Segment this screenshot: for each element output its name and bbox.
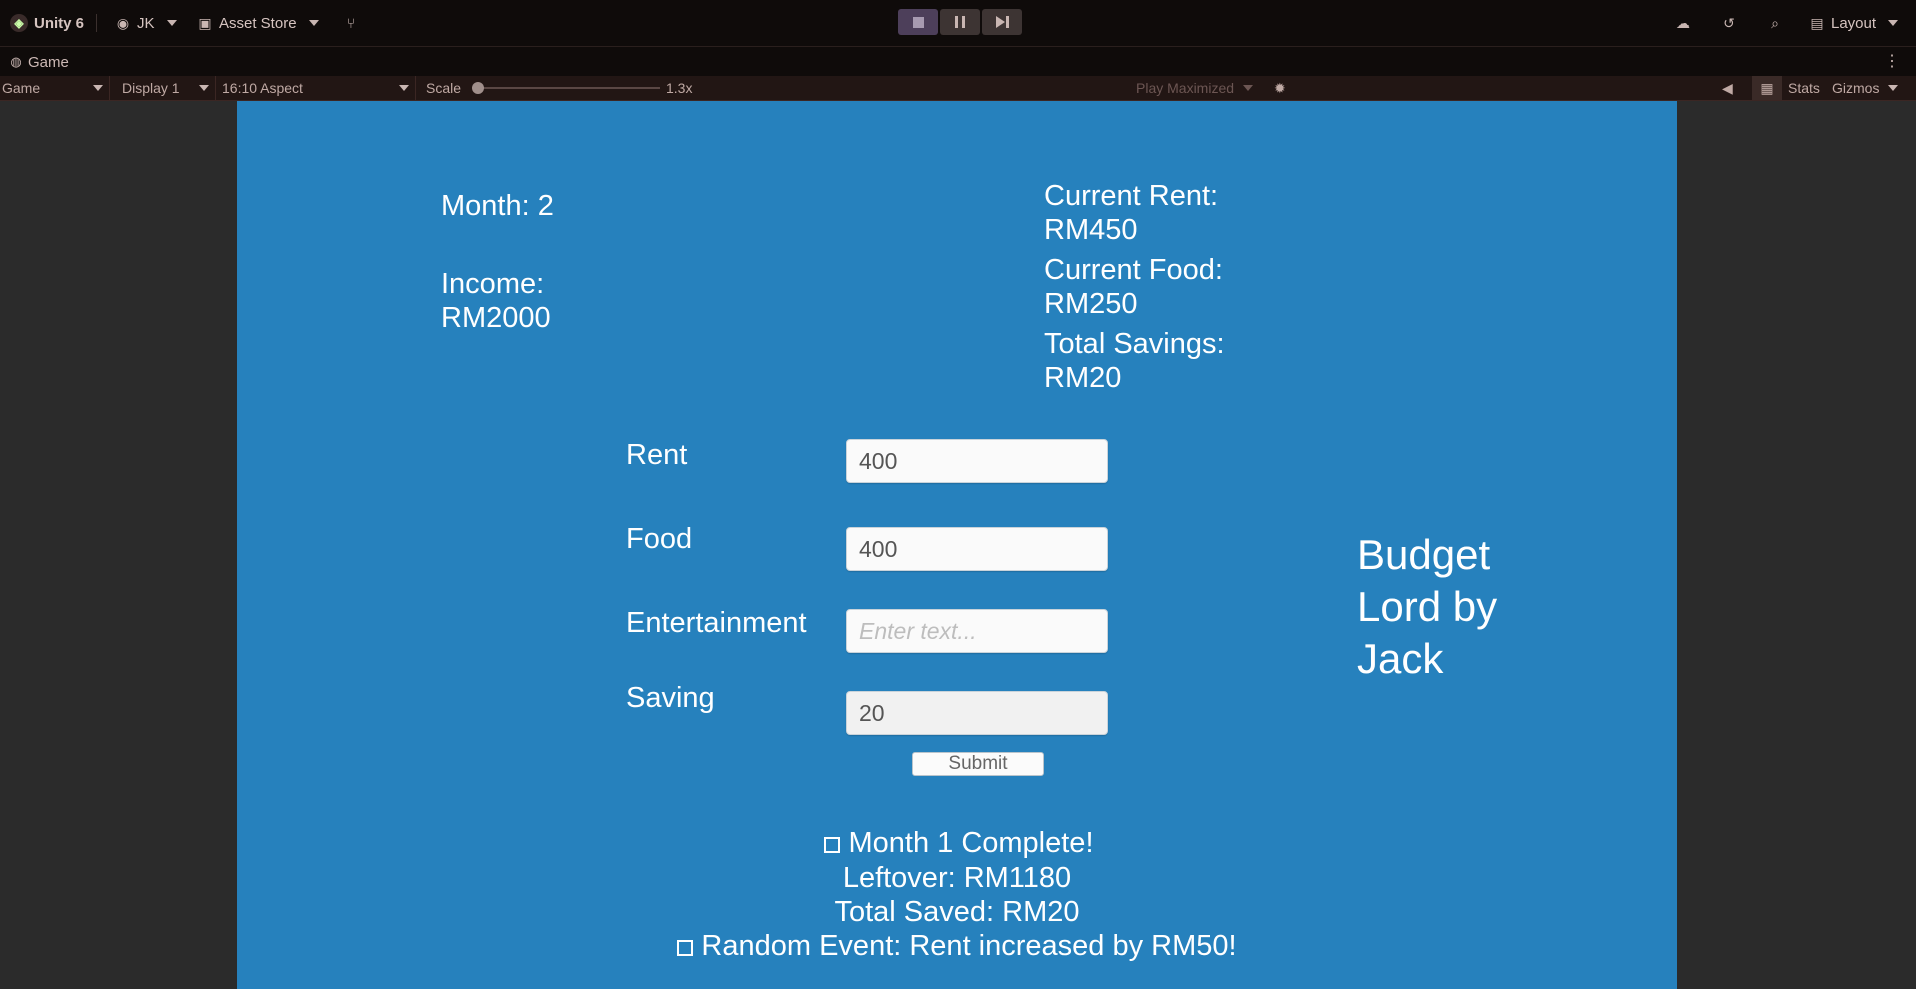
audio-icon[interactable]: ◀ bbox=[1722, 76, 1733, 100]
rent-input-value: 400 bbox=[859, 447, 898, 474]
pause-icon bbox=[955, 16, 965, 28]
income-text: Income: RM2000 bbox=[441, 268, 551, 334]
checkbox-icon bbox=[824, 837, 841, 853]
scale-value: 1.3x bbox=[666, 80, 693, 96]
chevron-down-icon bbox=[399, 85, 409, 91]
game-viewport: Month: 2 Income: RM2000 Current Rent: RM… bbox=[237, 101, 1677, 989]
chevron-down-icon bbox=[1888, 85, 1899, 91]
scale-label: Scale bbox=[426, 80, 462, 96]
chevron-down-icon bbox=[93, 85, 103, 91]
food-input[interactable]: 400 bbox=[846, 527, 1108, 571]
unity-logo-icon: ◈ bbox=[10, 14, 28, 32]
layout-label: Layout bbox=[1831, 14, 1877, 32]
current-food-text: Current Food: RM250 bbox=[1044, 254, 1223, 320]
history-button[interactable]: ↺ bbox=[1720, 0, 1738, 46]
asset-store-label: Asset Store bbox=[219, 14, 297, 32]
stop-button[interactable] bbox=[898, 9, 938, 35]
toolbar-divider bbox=[96, 14, 97, 32]
leftover-text: Leftover: RM1180 bbox=[842, 862, 1072, 894]
play-controls bbox=[898, 9, 1022, 35]
more-options-icon[interactable]: ⋮ bbox=[1884, 51, 1900, 71]
chevron-down-icon bbox=[1243, 85, 1254, 91]
chevron-down-icon bbox=[166, 20, 177, 26]
saving-label: Saving bbox=[626, 682, 715, 714]
viewport-gutter-right bbox=[1677, 101, 1916, 989]
branch-icon: ⑂ bbox=[346, 15, 356, 31]
tab-game[interactable]: ◍ Game bbox=[8, 47, 69, 77]
display-dropdown[interactable]: Display 1 bbox=[112, 76, 216, 100]
viewport-gutter-left bbox=[0, 101, 237, 989]
entertainment-label: Entertainment bbox=[626, 607, 807, 639]
food-label: Food bbox=[626, 523, 693, 555]
account-dropdown[interactable]: ◉ JK bbox=[114, 0, 177, 46]
gizmos-dropdown[interactable]: Gizmos bbox=[1832, 76, 1899, 100]
month-complete-text: Month 1 Complete! bbox=[848, 827, 1094, 859]
display-label: Display 1 bbox=[122, 80, 180, 96]
scale-slider-handle[interactable] bbox=[472, 82, 484, 94]
gamepad-icon: ◍ bbox=[10, 54, 22, 69]
stats-button[interactable]: Stats bbox=[1788, 76, 1820, 100]
random-event-text: Random Event: Rent increased by RM50! bbox=[701, 930, 1237, 962]
food-input-value: 400 bbox=[859, 535, 898, 562]
game-view-controls: Game Display 1 16:10 Aspect Scale 1.3x P… bbox=[0, 76, 1916, 101]
version-control-button[interactable]: ⑂ bbox=[342, 0, 360, 46]
total-savings-text: Total Savings: RM20 bbox=[1044, 328, 1225, 394]
pause-button[interactable] bbox=[940, 9, 980, 35]
layout-dropdown[interactable]: ▤ Layout bbox=[1808, 0, 1899, 46]
unity-menu[interactable]: ◈ Unity 6 bbox=[10, 0, 84, 46]
search-icon: ⌕ bbox=[1771, 14, 1779, 31]
unity-app-name: Unity 6 bbox=[34, 14, 85, 32]
month-text: Month: 2 bbox=[441, 190, 554, 222]
aspect-label: 16:10 Aspect bbox=[222, 80, 303, 96]
current-rent-text: Current Rent: RM450 bbox=[1044, 180, 1219, 246]
month-complete-message: Month 1 Complete! bbox=[237, 826, 1677, 860]
rent-label: Rent bbox=[626, 439, 688, 471]
step-icon bbox=[995, 16, 1009, 28]
view-mode-label: Game bbox=[2, 80, 41, 96]
play-maximized-dropdown[interactable]: Play Maximized bbox=[1136, 76, 1254, 100]
account-label: JK bbox=[137, 14, 155, 32]
random-event-message: Random Event: Rent increased by RM50! bbox=[237, 929, 1677, 963]
play-maximized-label: Play Maximized bbox=[1136, 80, 1235, 96]
rent-input[interactable]: 400 bbox=[846, 439, 1108, 483]
submit-button[interactable]: Submit bbox=[912, 752, 1044, 776]
aspect-dropdown[interactable]: 16:10 Aspect bbox=[216, 76, 416, 100]
entertainment-input-placeholder: Enter text... bbox=[859, 617, 977, 644]
entertainment-input[interactable]: Enter text... bbox=[846, 609, 1108, 653]
search-button[interactable]: ⌕ bbox=[1766, 0, 1784, 46]
game-tab-bar: ◍ Game ⋮ bbox=[0, 46, 1916, 77]
total-saved-text: Total Saved: RM20 bbox=[834, 896, 1080, 928]
view-mode-dropdown[interactable]: Game bbox=[0, 76, 110, 100]
aspect-overlay-icon[interactable]: ▦ bbox=[1752, 76, 1782, 100]
step-button[interactable] bbox=[982, 9, 1022, 35]
editor-toolbar: ◈ Unity 6 ◉ JK ▣ Asset Store ⑂ ☁ ↺ ⌕ ▤ L… bbox=[0, 0, 1916, 46]
chevron-down-icon bbox=[1888, 20, 1899, 26]
gizmos-label: Gizmos bbox=[1832, 80, 1880, 96]
bug-icon[interactable]: ✹ bbox=[1274, 76, 1286, 100]
tab-game-label: Game bbox=[28, 53, 69, 71]
account-icon: ◉ bbox=[116, 14, 130, 31]
layout-icon: ▤ bbox=[1810, 14, 1824, 31]
saving-input[interactable]: 20 bbox=[846, 691, 1108, 735]
shopping-bag-icon: ▣ bbox=[198, 14, 212, 31]
checkbox-icon bbox=[677, 940, 694, 956]
saving-input-value: 20 bbox=[859, 699, 885, 726]
scale-slider-track[interactable] bbox=[478, 87, 660, 89]
game-title: Budget Lord by Jack bbox=[1357, 531, 1498, 682]
cloud-icon: ☁ bbox=[1676, 14, 1690, 31]
asset-store-dropdown[interactable]: ▣ Asset Store bbox=[196, 0, 319, 46]
chevron-down-icon bbox=[308, 20, 319, 26]
chevron-down-icon bbox=[199, 85, 209, 91]
stop-icon bbox=[912, 16, 924, 28]
cloud-button[interactable]: ☁ bbox=[1674, 0, 1692, 46]
history-icon: ↺ bbox=[1723, 14, 1735, 31]
